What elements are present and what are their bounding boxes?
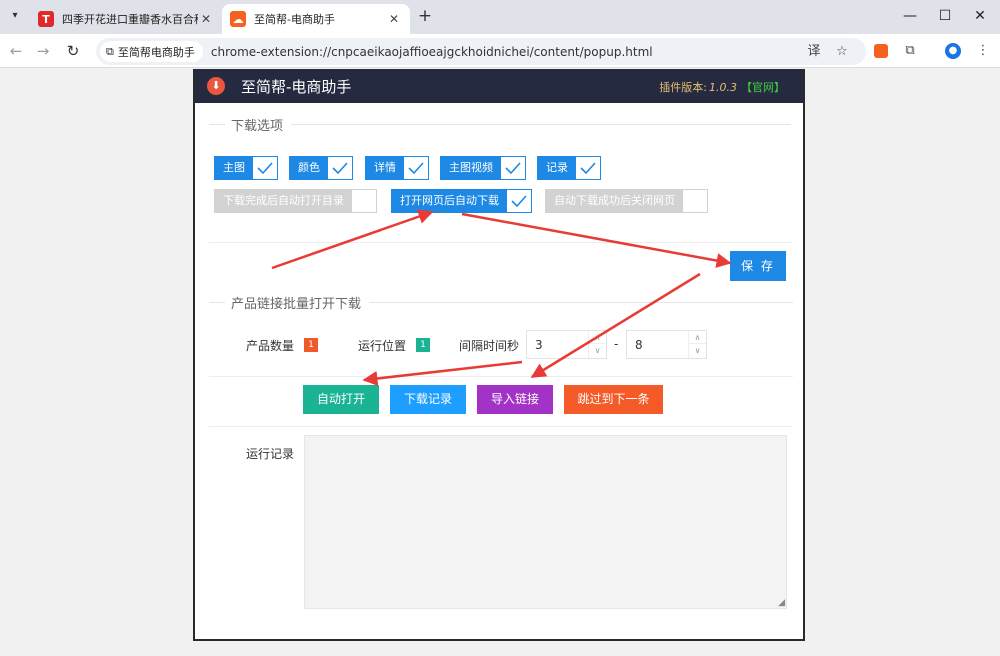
interval-max-input[interactable]: 8 ∧ ∨ — [626, 330, 707, 359]
profile-avatar-icon[interactable]: ● — [943, 41, 963, 61]
batch-open-legend: 产品链接批量打开下载 — [209, 293, 794, 312]
download-cloud-logo-icon: ⬇ — [207, 77, 225, 95]
tab-title: 至简帮-电商助手 — [254, 13, 335, 26]
save-button[interactable]: 保 存 — [730, 251, 786, 281]
run-position-badge: 1 — [416, 338, 430, 352]
checkmark-icon — [328, 157, 352, 179]
import-links-button[interactable]: 导入链接 — [477, 385, 553, 414]
back-arrow-icon[interactable]: ← — [6, 41, 26, 61]
extensions-puzzle-icon[interactable]: ⧉ — [900, 41, 920, 61]
download-options-legend: 下载选项 — [209, 115, 792, 134]
chevron-down-icon[interactable]: ∨ — [689, 344, 706, 357]
version-number: 1.0.3 — [709, 81, 737, 94]
checkmark-icon — [253, 157, 277, 179]
chevron-down-icon[interactable]: ∨ — [589, 344, 606, 357]
run-log-textarea[interactable]: ◢ — [304, 435, 787, 609]
tab-strip: ▾ T 四季开花进口重瓣香水百合种球 ✕ ☁ 至简帮-电商助手 ✕ + — ☐ … — [0, 0, 1000, 34]
toggle-close-page[interactable]: 自动下载成功后关闭网页 — [545, 189, 708, 213]
extension-puzzle-icon: ⧉ — [106, 44, 114, 58]
checkbox-main-image[interactable]: 主图 — [214, 156, 278, 180]
checkbox-record[interactable]: 记录 — [537, 156, 601, 180]
close-window-icon[interactable]: ✕ — [960, 4, 1000, 28]
tab-extension-popup[interactable]: ☁ 至简帮-电商助手 ✕ — [222, 4, 410, 34]
maximize-icon[interactable]: ☐ — [925, 4, 965, 28]
translate-icon[interactable]: 译 — [804, 42, 824, 62]
stepper[interactable]: ∧ ∨ — [588, 331, 606, 358]
extension-popup: ⬇ 至简帮-电商助手 插件版本: 1.0.3 【官网】 下载选项 主图 颜色 详情 … — [193, 69, 805, 641]
divider — [209, 242, 793, 243]
tab-search-dropdown-icon[interactable]: ▾ — [5, 6, 25, 26]
chevron-up-icon[interactable]: ∧ — [589, 331, 606, 344]
run-log-label: 运行记录 — [246, 447, 295, 461]
stepper[interactable]: ∧ ∨ — [688, 331, 706, 358]
extension-cloud-icon[interactable] — [871, 41, 891, 61]
bookmark-star-icon[interactable]: ☆ — [832, 42, 852, 62]
chevron-up-icon[interactable]: ∧ — [689, 331, 706, 344]
forward-arrow-icon[interactable]: → — [33, 41, 53, 61]
address-bar[interactable]: ⧉ 至简帮电商助手 chrome-extension://cnpcaeikaoj… — [96, 38, 866, 65]
checkbox-details[interactable]: 详情 — [365, 156, 429, 180]
reload-icon[interactable]: ↻ — [63, 41, 83, 61]
close-tab-icon[interactable]: ✕ — [386, 12, 402, 26]
divider — [209, 426, 793, 427]
run-position-label: 运行位置 — [358, 339, 407, 353]
toggle-open-directory[interactable]: 下载完成后自动打开目录 — [214, 189, 377, 213]
checkmark-icon — [404, 157, 428, 179]
checkbox-color[interactable]: 颜色 — [289, 156, 353, 180]
menu-more-icon[interactable]: ⋮ — [973, 41, 993, 61]
version-label: 插件版本: — [659, 81, 707, 94]
popup-header: ⬇ 至简帮-电商助手 插件版本: 1.0.3 【官网】 — [195, 69, 803, 103]
product-count-label: 产品数量 — [246, 339, 295, 353]
url-text[interactable]: chrome-extension://cnpcaeikaojaffioeajgc… — [211, 45, 653, 59]
tab-title: 四季开花进口重瓣香水百合种球 — [62, 13, 198, 26]
close-tab-icon[interactable]: ✕ — [198, 12, 214, 26]
interval-separator: - — [614, 337, 619, 351]
download-log-button[interactable]: 下载记录 — [390, 385, 466, 414]
site-chip-label: 至简帮电商助手 — [117, 45, 195, 59]
official-site-link[interactable]: 【官网】 — [741, 81, 785, 94]
version-info: 插件版本: 1.0.3 【官网】 — [659, 79, 785, 95]
checkbox-main-video[interactable]: 主图视频 — [440, 156, 526, 180]
tmall-favicon-icon: T — [38, 11, 54, 27]
popup-title: 至简帮-电商助手 — [241, 77, 352, 96]
checkmark-icon — [507, 190, 531, 212]
minimize-icon[interactable]: — — [890, 4, 930, 28]
checkmark-icon — [576, 157, 600, 179]
resize-grip-icon[interactable]: ◢ — [778, 598, 785, 608]
skip-next-button[interactable]: 跳过到下一条 — [564, 385, 663, 414]
auto-open-button[interactable]: 自动打开 — [303, 385, 379, 414]
interval-label: 间隔时间秒 — [459, 339, 520, 353]
site-info-chip[interactable]: ⧉ 至简帮电商助手 — [100, 41, 203, 62]
divider — [209, 376, 793, 377]
section-title: 下载选项 — [231, 119, 284, 134]
tab-product-page[interactable]: T 四季开花进口重瓣香水百合种球 ✕ — [30, 4, 222, 34]
browser-toolbar: ← → ↻ ⧉ 至简帮电商助手 chrome-extension://cnpca… — [0, 34, 1000, 68]
interval-min-input[interactable]: 3 ∧ ∨ — [526, 330, 607, 359]
new-tab-plus-icon[interactable]: + — [415, 6, 435, 26]
cloud-favicon-icon: ☁ — [230, 11, 246, 27]
toggle-auto-download[interactable]: 打开网页后自动下载 — [391, 189, 532, 213]
product-count-badge: 1 — [304, 338, 318, 352]
section-title: 产品链接批量打开下载 — [231, 297, 362, 312]
checkmark-icon — [501, 157, 525, 179]
